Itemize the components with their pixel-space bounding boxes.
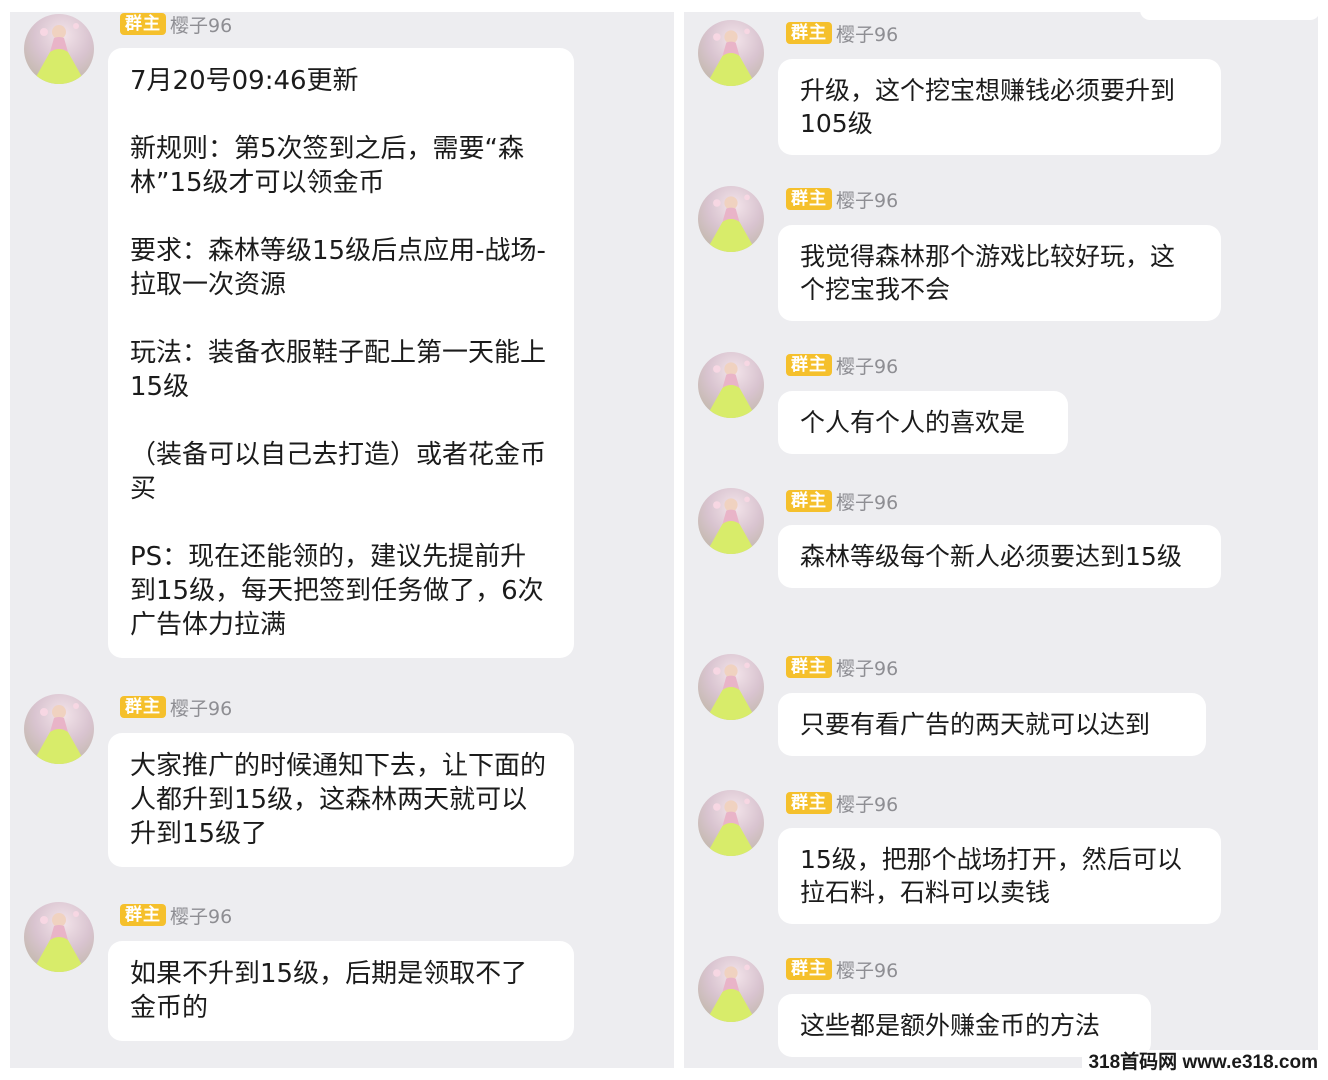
message-bubble[interactable]: 升级，这个挖宝想赚钱必须要升到105级	[778, 59, 1221, 155]
avatar[interactable]	[698, 20, 764, 86]
sender-name: 樱子96	[836, 657, 899, 680]
message-text: 如果不升到15级，后期是领取不了金币的	[130, 959, 528, 1023]
message-bubble[interactable]: 大家推广的时候通知下去，让下面的人都升到15级，这森林两天就可以升到15级了	[108, 733, 574, 867]
sender-name: 樱子96	[836, 23, 899, 46]
message-paragraph: （装备可以自己去打造）或者花金币买	[130, 440, 547, 504]
owner-badge: 群主	[786, 792, 832, 814]
sender-row: 群主 樱子96	[786, 957, 899, 982]
owner-badge: 群主	[786, 490, 832, 512]
message-bubble[interactable]: 15级，把那个战场打开，然后可以拉石料，石料可以卖钱	[778, 828, 1221, 924]
avatar-icon	[705, 194, 757, 252]
message-bubble[interactable]: 只要有看广告的两天就可以达到	[778, 693, 1206, 756]
message-bubble[interactable]: 7月20号09:46更新 新规则：第5次签到之后，需要“森林”15级才可以领金币…	[108, 48, 574, 658]
avatar-icon	[32, 23, 86, 84]
message-bubble[interactable]: 个人有个人的喜欢是	[778, 391, 1068, 454]
sender-row: 群主 樱子96	[786, 353, 899, 378]
message-paragraph: 7月20号09:46更新	[130, 66, 359, 96]
sender-name: 樱子96	[836, 355, 899, 378]
avatar[interactable]	[698, 956, 764, 1022]
sender-row: 群主 樱子96	[786, 21, 899, 46]
sender-name: 樱子96	[170, 14, 233, 37]
chat-panel-right: 群主 樱子96 升级，这个挖宝想赚钱必须要升到105级 群主 樱子96 我觉得森…	[684, 12, 1318, 1068]
owner-badge: 群主	[786, 958, 832, 980]
avatar[interactable]	[698, 654, 764, 720]
sender-row: 群主 樱子96	[786, 489, 899, 514]
avatar[interactable]	[698, 790, 764, 856]
sender-row: 群主 樱子96	[786, 791, 899, 816]
avatar-icon	[705, 28, 757, 86]
message-bubble[interactable]: 森林等级每个新人必须要达到15级	[778, 525, 1221, 588]
owner-badge: 群主	[786, 656, 832, 678]
site-watermark: 318首码网 www.e318.com	[1082, 1050, 1324, 1076]
chat-panel-left: 群主 樱子96 7月20号09:46更新 新规则：第5次签到之后，需要“森林”1…	[10, 12, 674, 1068]
sender-name: 樱子96	[836, 189, 899, 212]
avatar-icon	[705, 662, 757, 720]
message-text: 只要有看广告的两天就可以达到	[800, 710, 1151, 739]
avatar-icon	[705, 964, 757, 1022]
sender-name: 樱子96	[836, 959, 899, 982]
message-text: 15级，把那个战场打开，然后可以拉石料，石料可以卖钱	[800, 845, 1182, 907]
sender-name: 樱子96	[170, 697, 233, 720]
avatar-icon	[32, 703, 86, 764]
message-text: 森林等级每个新人必须要达到15级	[800, 542, 1182, 571]
message-bubble[interactable]: 如果不升到15级，后期是领取不了金币的	[108, 941, 574, 1041]
message-text: 我觉得森林那个游戏比较好玩，这个挖宝我不会	[800, 242, 1176, 304]
sender-name: 樱子96	[836, 491, 899, 514]
owner-badge: 群主	[786, 188, 832, 210]
message-paragraph: 玩法：装备衣服鞋子配上第一天能上15级	[130, 338, 547, 402]
sender-row: 群主 樱子96	[786, 655, 899, 680]
owner-badge: 群主	[120, 904, 166, 926]
message-text: 升级，这个挖宝想赚钱必须要升到105级	[800, 76, 1176, 138]
owner-badge: 群主	[120, 696, 166, 718]
avatar-icon	[705, 798, 757, 856]
sender-name: 樱子96	[170, 905, 233, 928]
owner-badge: 群主	[786, 354, 832, 376]
avatar[interactable]	[24, 902, 94, 972]
message-paragraph: 要求：森林等级15级后点应用-战场-拉取一次资源	[130, 236, 546, 300]
sender-row: 群主 樱子96	[120, 903, 233, 928]
top-bar-edge	[1140, 0, 1320, 20]
avatar-icon	[705, 360, 757, 418]
message-bubble[interactable]: 我觉得森林那个游戏比较好玩，这个挖宝我不会	[778, 225, 1221, 321]
message-paragraph: PS：现在还能领的，建议先提前升到15级，每天把签到任务做了，6次广告体力拉满	[130, 542, 544, 640]
avatar-icon	[32, 911, 86, 972]
sender-name: 樱子96	[836, 793, 899, 816]
avatar[interactable]	[24, 694, 94, 764]
message-bubble[interactable]: 这些都是额外赚金币的方法	[778, 994, 1151, 1057]
avatar[interactable]	[698, 488, 764, 554]
message-text: 大家推广的时候通知下去，让下面的人都升到15级，这森林两天就可以升到15级了	[130, 751, 547, 849]
sender-row: 群主 樱子96	[120, 695, 233, 720]
owner-badge: 群主	[786, 22, 832, 44]
message-paragraph: 新规则：第5次签到之后，需要“森林”15级才可以领金币	[130, 134, 525, 198]
avatar[interactable]	[24, 14, 94, 84]
message-text: 个人有个人的喜欢是	[800, 408, 1026, 437]
message-text: 这些都是额外赚金币的方法	[800, 1011, 1101, 1040]
owner-badge: 群主	[120, 13, 166, 35]
avatar-icon	[705, 496, 757, 554]
sender-row: 群主 樱子96	[786, 187, 899, 212]
avatar[interactable]	[698, 352, 764, 418]
sender-row: 群主 樱子96	[120, 12, 233, 37]
avatar[interactable]	[698, 186, 764, 252]
